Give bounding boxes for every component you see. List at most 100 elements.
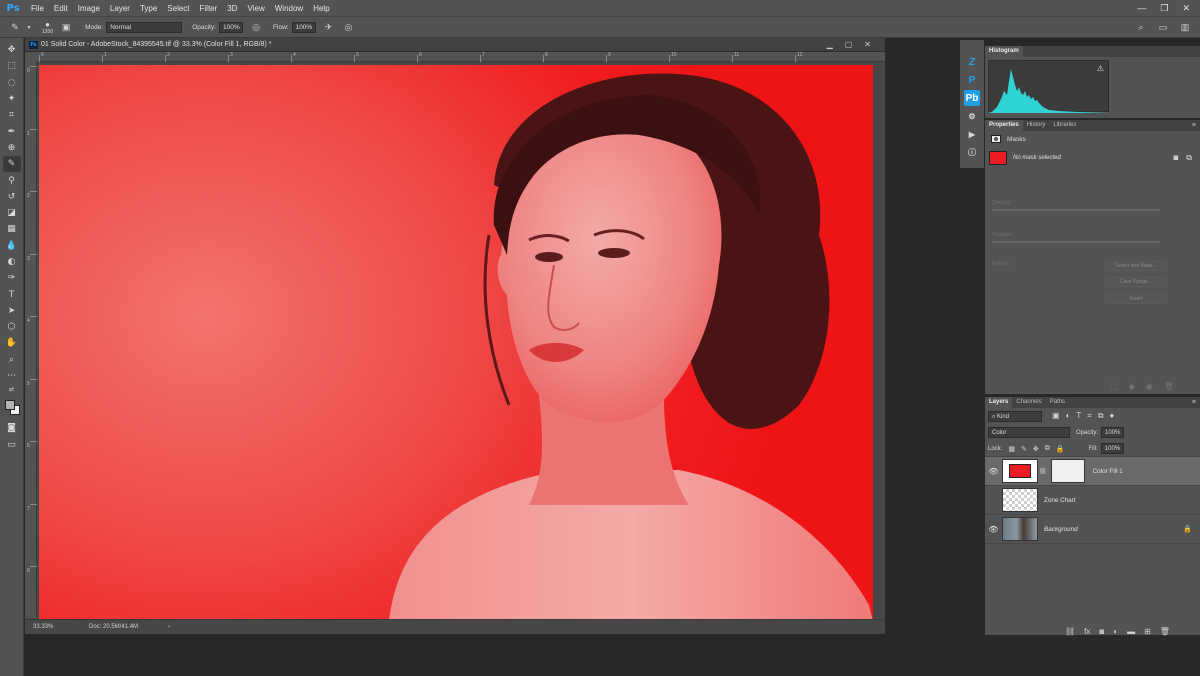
close-app-icon[interactable]: ✕ <box>1182 3 1190 14</box>
zoom-level[interactable]: 33.33% <box>33 624 75 630</box>
zoom-tool-icon[interactable]: ⌕ <box>3 352 21 368</box>
foreground-color-swatch[interactable] <box>4 400 15 411</box>
warning-icon[interactable]: ⚠ <box>1097 64 1104 73</box>
pressure-size-icon[interactable]: ◎ <box>342 20 356 34</box>
swap-colors-icon[interactable]: ⇄ <box>3 384 21 394</box>
layer-mask-thumbnail[interactable] <box>1050 459 1085 483</box>
quick-select-tool-icon[interactable]: ✦ <box>3 91 21 107</box>
more-tools-icon[interactable]: ⋯ <box>3 368 21 384</box>
brush-tool-preset-icon[interactable]: ✎ <box>8 20 22 34</box>
layer-name[interactable]: Background <box>1044 526 1078 533</box>
menu-file[interactable]: File <box>26 4 49 13</box>
move-tool-icon[interactable]: ✥ <box>3 42 21 58</box>
add-pixel-mask-icon[interactable]: ◙ <box>1173 153 1178 163</box>
minimize-doc-icon[interactable]: ▁ <box>827 40 833 49</box>
new-layer-icon[interactable]: ⊞ <box>1144 627 1151 636</box>
dodge-tool-icon[interactable]: ◐ <box>3 254 21 270</box>
layer-color-fill[interactable]: 👁 ⛓ Color Fill 1 <box>985 457 1200 486</box>
zone-chart-thumbnail[interactable] <box>1002 488 1038 512</box>
lasso-tool-icon[interactable]: ◌ <box>3 75 21 91</box>
pressure-opacity-icon[interactable]: ◎ <box>249 20 263 34</box>
menu-image[interactable]: Image <box>73 4 105 13</box>
crop-tool-icon[interactable]: ⌗ <box>3 107 21 123</box>
screen-mode-icon[interactable]: ▭ <box>3 437 21 453</box>
menu-filter[interactable]: Filter <box>195 4 223 13</box>
link-icon[interactable]: ⛓ <box>1039 468 1047 475</box>
tab-properties[interactable]: Properties <box>985 120 1023 131</box>
new-adjustment-icon[interactable]: ◐ <box>1113 627 1118 636</box>
minimize-app-icon[interactable]: — <box>1137 3 1146 14</box>
lock-transparent-icon[interactable]: ▦ <box>1008 445 1015 453</box>
layer-background[interactable]: 👁 Background 🔒 <box>985 515 1200 544</box>
healing-tool-icon[interactable]: ⊕ <box>3 140 21 156</box>
delete-layer-icon[interactable]: 🗑 <box>1160 627 1170 636</box>
lock-position-icon[interactable]: ✥ <box>1033 445 1039 453</box>
tab-libraries[interactable]: Libraries <box>1049 120 1080 131</box>
plugin-z-icon[interactable]: Z <box>964 54 980 70</box>
background-thumbnail[interactable] <box>1002 517 1038 541</box>
maximize-doc-icon[interactable]: ▢ <box>845 40 853 49</box>
menu-3d[interactable]: 3D <box>222 4 242 13</box>
workspace-icon[interactable]: ▭ <box>1156 20 1170 34</box>
eraser-tool-icon[interactable]: ◪ <box>3 205 21 221</box>
filter-adjustment-icon[interactable]: ◐ <box>1066 411 1071 421</box>
path-select-tool-icon[interactable]: ➤ <box>3 303 21 319</box>
menu-edit[interactable]: Edit <box>49 4 73 13</box>
pen-tool-icon[interactable]: ✑ <box>3 270 21 286</box>
filter-toggle-icon[interactable]: ● <box>1110 411 1115 421</box>
brush-tool-icon[interactable]: ✎ <box>2 156 21 173</box>
new-group-icon[interactable]: ▬ <box>1127 627 1135 636</box>
tab-paths[interactable]: Paths <box>1046 397 1069 408</box>
layer-name[interactable]: Zone Chart <box>1044 497 1076 504</box>
plugin-pb-icon[interactable]: Pb <box>964 90 980 106</box>
history-brush-tool-icon[interactable]: ↺ <box>3 189 21 205</box>
filter-smart-object-icon[interactable]: ⧉ <box>1098 411 1104 421</box>
chevron-down-icon[interactable]: ▾ <box>22 20 36 34</box>
visibility-eye-icon[interactable]: 👁 <box>985 467 1002 476</box>
close-doc-icon[interactable]: ✕ <box>864 40 871 49</box>
adjustment-icon[interactable]: ⚙ <box>964 108 980 124</box>
search-icon[interactable]: ⌕ <box>1134 20 1148 34</box>
hand-tool-icon[interactable]: ✋ <box>3 335 21 351</box>
clone-stamp-tool-icon[interactable]: ⚲ <box>3 172 21 188</box>
ruler-origin[interactable] <box>25 52 37 62</box>
kind-filter-select[interactable]: ⌕ Kind <box>988 410 1042 422</box>
color-fill-thumbnail[interactable] <box>1002 459 1038 483</box>
visibility-eye-icon[interactable]: 👁 <box>985 525 1002 534</box>
brush-panel-icon[interactable]: ▣ <box>59 20 73 34</box>
type-tool-icon[interactable]: T <box>3 286 21 302</box>
brush-size-picker[interactable]: ● 1200 <box>42 20 53 35</box>
add-mask-icon[interactable]: ◙ <box>1099 627 1104 636</box>
link-layers-icon[interactable]: ⛓ <box>1065 627 1075 636</box>
tab-history[interactable]: History <box>1023 120 1050 131</box>
vertical-ruler[interactable]: 0 1 2 3 4 5 6 7 8 <box>25 62 37 618</box>
filter-type-icon[interactable]: T <box>1076 411 1081 421</box>
actions-play-icon[interactable]: ▶ <box>964 126 980 142</box>
lock-artboard-icon[interactable]: ⧉ <box>1045 445 1050 453</box>
info-icon[interactable]: ⓘ <box>964 144 980 160</box>
menu-type[interactable]: Type <box>135 4 162 13</box>
horizontal-ruler[interactable]: 0 1 2 3 4 5 6 7 8 9 10 11 12 <box>37 52 885 62</box>
color-swatches[interactable] <box>3 398 21 416</box>
layer-opacity-field[interactable]: 100% <box>1101 427 1125 438</box>
blend-mode-select[interactable]: Color <box>988 427 1070 438</box>
lock-pixels-icon[interactable]: ✎ <box>1021 445 1027 453</box>
status-menu-arrow-icon[interactable]: › <box>168 624 170 630</box>
tab-layers[interactable]: Layers <box>985 397 1013 408</box>
quick-mask-icon[interactable]: ◙ <box>3 420 21 436</box>
opacity-field[interactable]: 100% <box>219 21 244 33</box>
flow-field[interactable]: 100% <box>291 21 316 33</box>
gradient-tool-icon[interactable]: ▦ <box>3 221 21 237</box>
filter-shape-icon[interactable]: ⌗ <box>1087 411 1092 421</box>
mode-select[interactable]: Normal <box>106 21 183 33</box>
blur-tool-icon[interactable]: 💧 <box>3 238 21 254</box>
lock-icon[interactable]: 🔒 <box>1183 525 1192 533</box>
tab-histogram[interactable]: Histogram <box>985 46 1023 57</box>
menu-select[interactable]: Select <box>162 4 194 13</box>
menu-layer[interactable]: Layer <box>105 4 135 13</box>
airbrush-icon[interactable]: ✈ <box>322 20 336 34</box>
canvas-image[interactable] <box>39 65 873 621</box>
layer-style-icon[interactable]: fx <box>1084 627 1090 636</box>
menu-help[interactable]: Help <box>308 4 334 13</box>
fill-field[interactable]: 100% <box>1100 443 1125 454</box>
